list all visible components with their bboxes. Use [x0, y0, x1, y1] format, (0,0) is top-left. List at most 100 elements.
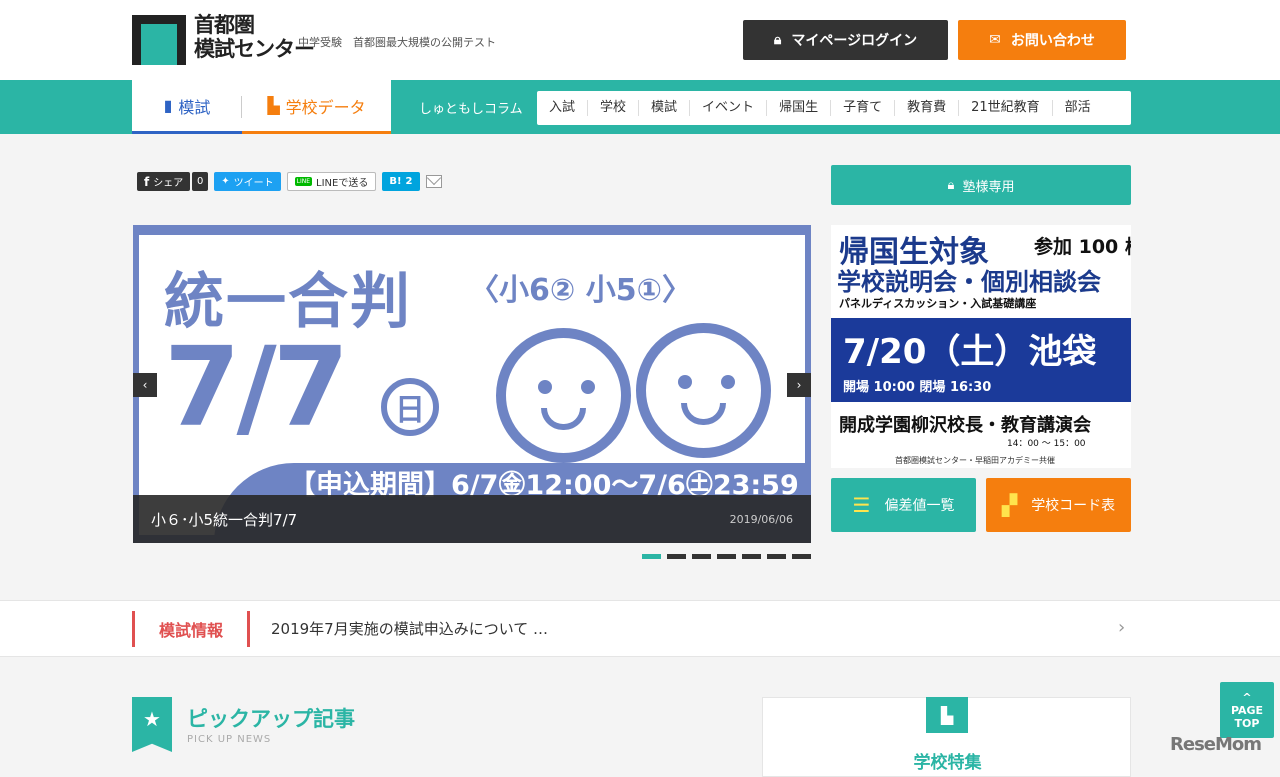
mail-icon: ✉: [989, 32, 1001, 48]
logo-line2: 模試センター: [194, 37, 315, 61]
slider-dot[interactable]: [742, 554, 761, 559]
email-share-icon[interactable]: [425, 175, 442, 188]
ad-lecture: 開成学園柳沢校長・教育講演会: [839, 415, 1091, 436]
facebook-share-label: シェア: [153, 178, 184, 189]
logo-text[interactable]: 首都圏 模試センター: [194, 13, 315, 61]
pickup-subtitle: PICK UP NEWS: [187, 734, 272, 745]
tab-moshi-label: 模試: [178, 97, 211, 117]
mypage-login-label: マイページログイン: [791, 33, 918, 49]
slide-subtitle: 〈小6② 小5①〉: [469, 273, 692, 308]
lock-icon: 🔒︎: [773, 32, 782, 48]
school-building-icon: ▙: [926, 697, 968, 733]
star-icon: ★: [132, 697, 172, 752]
ad-date-band: 7/20（土）池袋 開場 10:00 閉場 16:30: [831, 318, 1131, 402]
slider-next-button[interactable]: ›: [787, 373, 811, 397]
hero-slider[interactable]: 統一合判 〈小6② 小5①〉 7/7 日 【申込期間】6/7㊎12:00〜7/6…: [133, 225, 811, 543]
school-feature-box: ▙ 学校特集: [762, 697, 1131, 777]
deviation-list-label: 偏差値一覧: [884, 498, 955, 514]
juku-only-button[interactable]: 🔒︎ 塾様専用: [831, 165, 1131, 205]
slide-day-badge: 日: [381, 378, 439, 436]
boy-eye-left: [538, 380, 552, 394]
tab-school-data-label: 学校データ: [285, 97, 366, 117]
ad-hours: 開場 10:00 閉場 16:30: [843, 380, 992, 395]
slider-dot[interactable]: [642, 554, 661, 559]
slider-dot[interactable]: [767, 554, 786, 559]
mock-exam-info-label: 模試情報: [132, 611, 250, 647]
column-link-event[interactable]: イベント: [690, 100, 768, 116]
slide-caption[interactable]: 小６･小5統一合判7/7 2019/06/06: [133, 495, 811, 543]
contact-label: お問い合わせ: [1010, 33, 1095, 49]
list-icon: ☰: [852, 493, 871, 517]
tab-moshi[interactable]: ▮ 模試: [132, 80, 242, 134]
column-link-kosodate[interactable]: 子育て: [831, 100, 896, 116]
chevron-up-icon: ^: [1242, 690, 1252, 704]
tweet-button[interactable]: ✦ ツイート: [214, 172, 281, 191]
page-top-line2: TOP: [1234, 716, 1260, 730]
boy-eye-right: [581, 380, 595, 394]
girl-mouth: [681, 403, 726, 425]
girl-eye-left: [678, 375, 692, 389]
lock-icon: 🔒︎: [947, 177, 955, 193]
column-link-kyoikuhi[interactable]: 教育費: [895, 100, 960, 116]
share-bar: f シェア 0 ✦ ツイート LINE LINEで送る B! 2: [137, 172, 442, 191]
pickup-title: ピックアップ記事: [187, 707, 355, 731]
school-feature-title: 学校特集: [913, 753, 982, 773]
column-link-bukatsu[interactable]: 部活: [1053, 100, 1103, 116]
ad-organizers: 首都圏模試センター・早稲田アカデミー共催: [895, 456, 1055, 465]
column-link-kikokusei[interactable]: 帰国生: [767, 100, 832, 116]
column-link-gakko[interactable]: 学校: [588, 100, 640, 116]
chevron-left-icon: ‹: [142, 378, 148, 392]
column-links: 入試 学校 模試 イベント 帰国生 子育て 教育費 21世紀教育 部活: [537, 91, 1131, 125]
ad-date-location: 7/20（土）池袋: [843, 332, 1097, 372]
ad-program: パネルディスカッション・入試基礎講座: [839, 297, 1037, 310]
school-icon: ▙: [267, 96, 280, 115]
school-code-table-label: 学校コード表: [1031, 498, 1116, 514]
slide-date: 7/7: [164, 323, 349, 451]
twitter-bird-icon: ✦: [221, 176, 230, 187]
logo-mark[interactable]: [132, 15, 186, 65]
tab-school-data[interactable]: ▙ 学校データ: [242, 80, 391, 134]
column-label[interactable]: しゅともしコラム: [419, 98, 523, 117]
hatena-bookmark-icon: B!: [389, 176, 402, 187]
juku-only-label: 塾様専用: [962, 179, 1015, 195]
column-link-21c[interactable]: 21世紀教育: [959, 100, 1053, 116]
ad-school-count: 参加 100 校: [1034, 236, 1131, 258]
school-code-icon: ▞: [1001, 493, 1018, 517]
site-header: 首都圏 模試センター 中学受験 首都圏最大規模の公開テスト 🔒︎ マイページログ…: [0, 0, 1280, 80]
logo-line1: 首都圏: [194, 13, 255, 37]
column-link-nyushi[interactable]: 入試: [537, 100, 589, 116]
slider-dot[interactable]: [692, 554, 711, 559]
mypage-login-button[interactable]: 🔒︎ マイページログイン: [743, 20, 948, 60]
slider-dot[interactable]: [717, 554, 736, 559]
mock-exam-info-link[interactable]: 2019年7月実施の模試申込みについて …: [271, 618, 548, 639]
line-icon: LINE: [294, 177, 313, 186]
school-code-table-button[interactable]: ▞ 学校コード表: [986, 478, 1131, 532]
ad-lecture-time: 14：00 〜 15：00: [1007, 439, 1086, 449]
facebook-share-count: 0: [192, 172, 209, 191]
page-top-button[interactable]: ^ PAGE TOP: [1220, 682, 1274, 738]
line-share-button[interactable]: LINE LINEで送る: [286, 172, 377, 191]
ad-event-name: 学校説明会・個別相談会: [837, 268, 1101, 296]
contact-button[interactable]: ✉ お問い合わせ: [958, 20, 1126, 60]
boy-face-illustration: [496, 328, 631, 463]
slide-caption-date: 2019/06/06: [729, 512, 793, 526]
deviation-list-button[interactable]: ☰ 偏差値一覧: [831, 478, 976, 532]
document-icon: ▮: [163, 96, 173, 115]
slider-dots: [642, 554, 811, 559]
chevron-right-icon[interactable]: ›: [1118, 617, 1125, 638]
slider-dot[interactable]: [792, 554, 811, 559]
mock-exam-info-bar: 模試情報 2019年7月実施の模試申込みについて … ›: [0, 600, 1280, 657]
slide-banner: 統一合判 〈小6② 小5①〉 7/7 日 【申込期間】6/7㊎12:00〜7/6…: [139, 235, 811, 543]
tweet-label: ツイート: [233, 178, 274, 189]
boy-mouth: [541, 408, 586, 430]
watermark-logo: ReseMom: [1170, 734, 1262, 755]
facebook-share-button[interactable]: f シェア: [137, 172, 191, 191]
hatena-bookmark-button[interactable]: B! 2: [382, 172, 420, 191]
tagline: 中学受験 首都圏最大規模の公開テスト: [298, 36, 496, 49]
girl-eye-right: [721, 375, 735, 389]
returnee-seminar-ad-banner[interactable]: 帰国生対象 参加 100 校 学校説明会・個別相談会 パネルディスカッション・入…: [831, 225, 1131, 468]
slider-prev-button[interactable]: ‹: [133, 373, 157, 397]
slider-dot[interactable]: [667, 554, 686, 559]
line-share-label: LINEで送る: [316, 178, 369, 189]
column-link-moshi[interactable]: 模試: [639, 100, 691, 116]
